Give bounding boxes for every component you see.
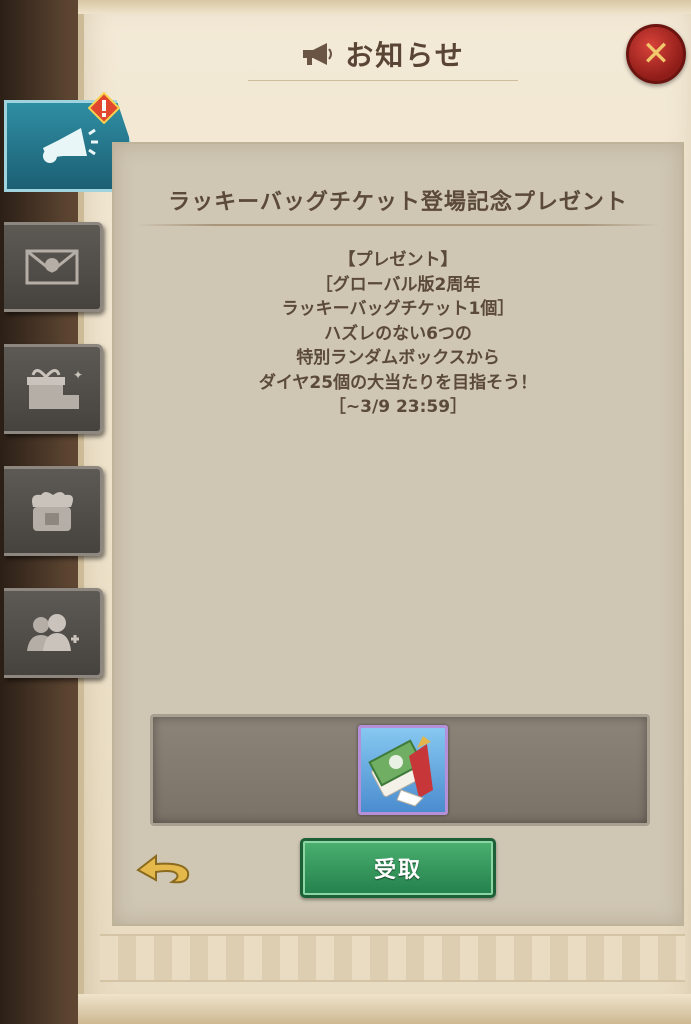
tab-friends[interactable]	[4, 588, 103, 678]
notice-line: ダイヤ25個の大当たりを目指そう！	[258, 372, 538, 393]
notice-line: ［~3/9 23:59］	[328, 397, 468, 417]
lucky-bag-ticket-icon	[368, 736, 433, 807]
tab-gifts[interactable]: ✦	[4, 344, 103, 434]
svg-text:✦: ✦	[73, 368, 83, 382]
notice-panel: ラッキーバッグチケット登場記念プレゼント 【プレゼント】 ［グローバル版2周年 …	[112, 142, 684, 926]
reward-item[interactable]	[358, 725, 448, 815]
notice-line: ハズレのない6つの	[324, 323, 472, 344]
envelope-icon	[25, 249, 79, 285]
friends-icon	[27, 614, 79, 651]
megaphone-icon	[43, 128, 98, 163]
receive-button[interactable]: 受取	[300, 838, 496, 898]
page-title: お知らせ	[345, 39, 465, 72]
notice-line: ラッキーバッグチケット1個］	[281, 299, 515, 319]
gift-box-icon: ✦	[27, 368, 83, 409]
notice-line: ［グローバル版2周年	[315, 274, 481, 295]
back-arrow-icon[interactable]	[134, 848, 194, 888]
megaphone-icon	[303, 43, 333, 65]
title-divider	[136, 224, 660, 226]
receive-button-label: 受取	[373, 858, 422, 883]
reward-tray	[150, 714, 650, 826]
tab-rewards[interactable]	[4, 466, 103, 556]
scroll-bottom-edge	[78, 994, 691, 1024]
close-icon: ✕	[641, 34, 671, 74]
close-button[interactable]: ✕	[626, 24, 686, 84]
notice-line: 特別ランダムボックスから	[296, 348, 500, 368]
scroll-footer-ornament	[100, 934, 685, 982]
bundle-icon	[32, 492, 73, 531]
notice-line: 【プレゼント】	[338, 250, 458, 270]
dialog-header: お知らせ	[248, 28, 518, 81]
alert-badge-icon	[88, 92, 120, 124]
notice-title: ラッキーバッグチケット登場記念プレゼント	[168, 190, 628, 215]
scroll-top-edge	[78, 0, 691, 14]
notice-body: 【プレゼント】 ［グローバル版2周年 ラッキーバッグチケット1個］ ハズレのない…	[114, 248, 682, 420]
tab-mail[interactable]	[4, 222, 103, 312]
